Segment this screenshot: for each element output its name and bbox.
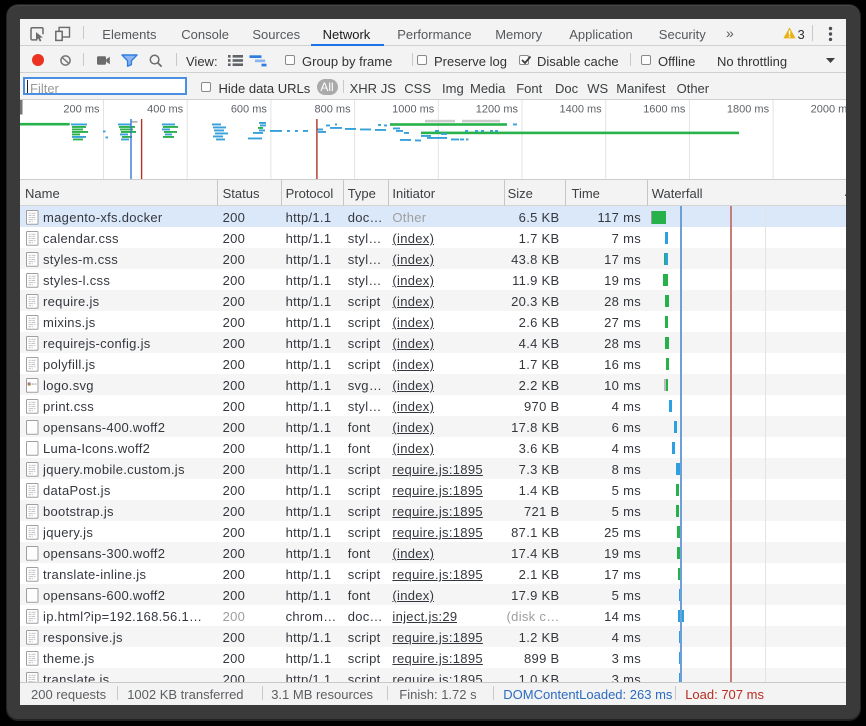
svg-text:800 ms: 800 ms [315,104,352,116]
svg-text:200 ms: 200 ms [63,104,100,116]
svg-text:2000 ms: 2000 ms [811,104,846,116]
svg-text:1000 ms: 1000 ms [392,104,435,116]
svg-text:1600 ms: 1600 ms [643,104,686,116]
svg-text:600 ms: 600 ms [231,104,268,116]
svg-text:1800 ms: 1800 ms [727,104,770,116]
svg-text:1200 ms: 1200 ms [476,104,519,116]
svg-text:400 ms: 400 ms [147,104,184,116]
svg-text:1400 ms: 1400 ms [559,104,602,116]
